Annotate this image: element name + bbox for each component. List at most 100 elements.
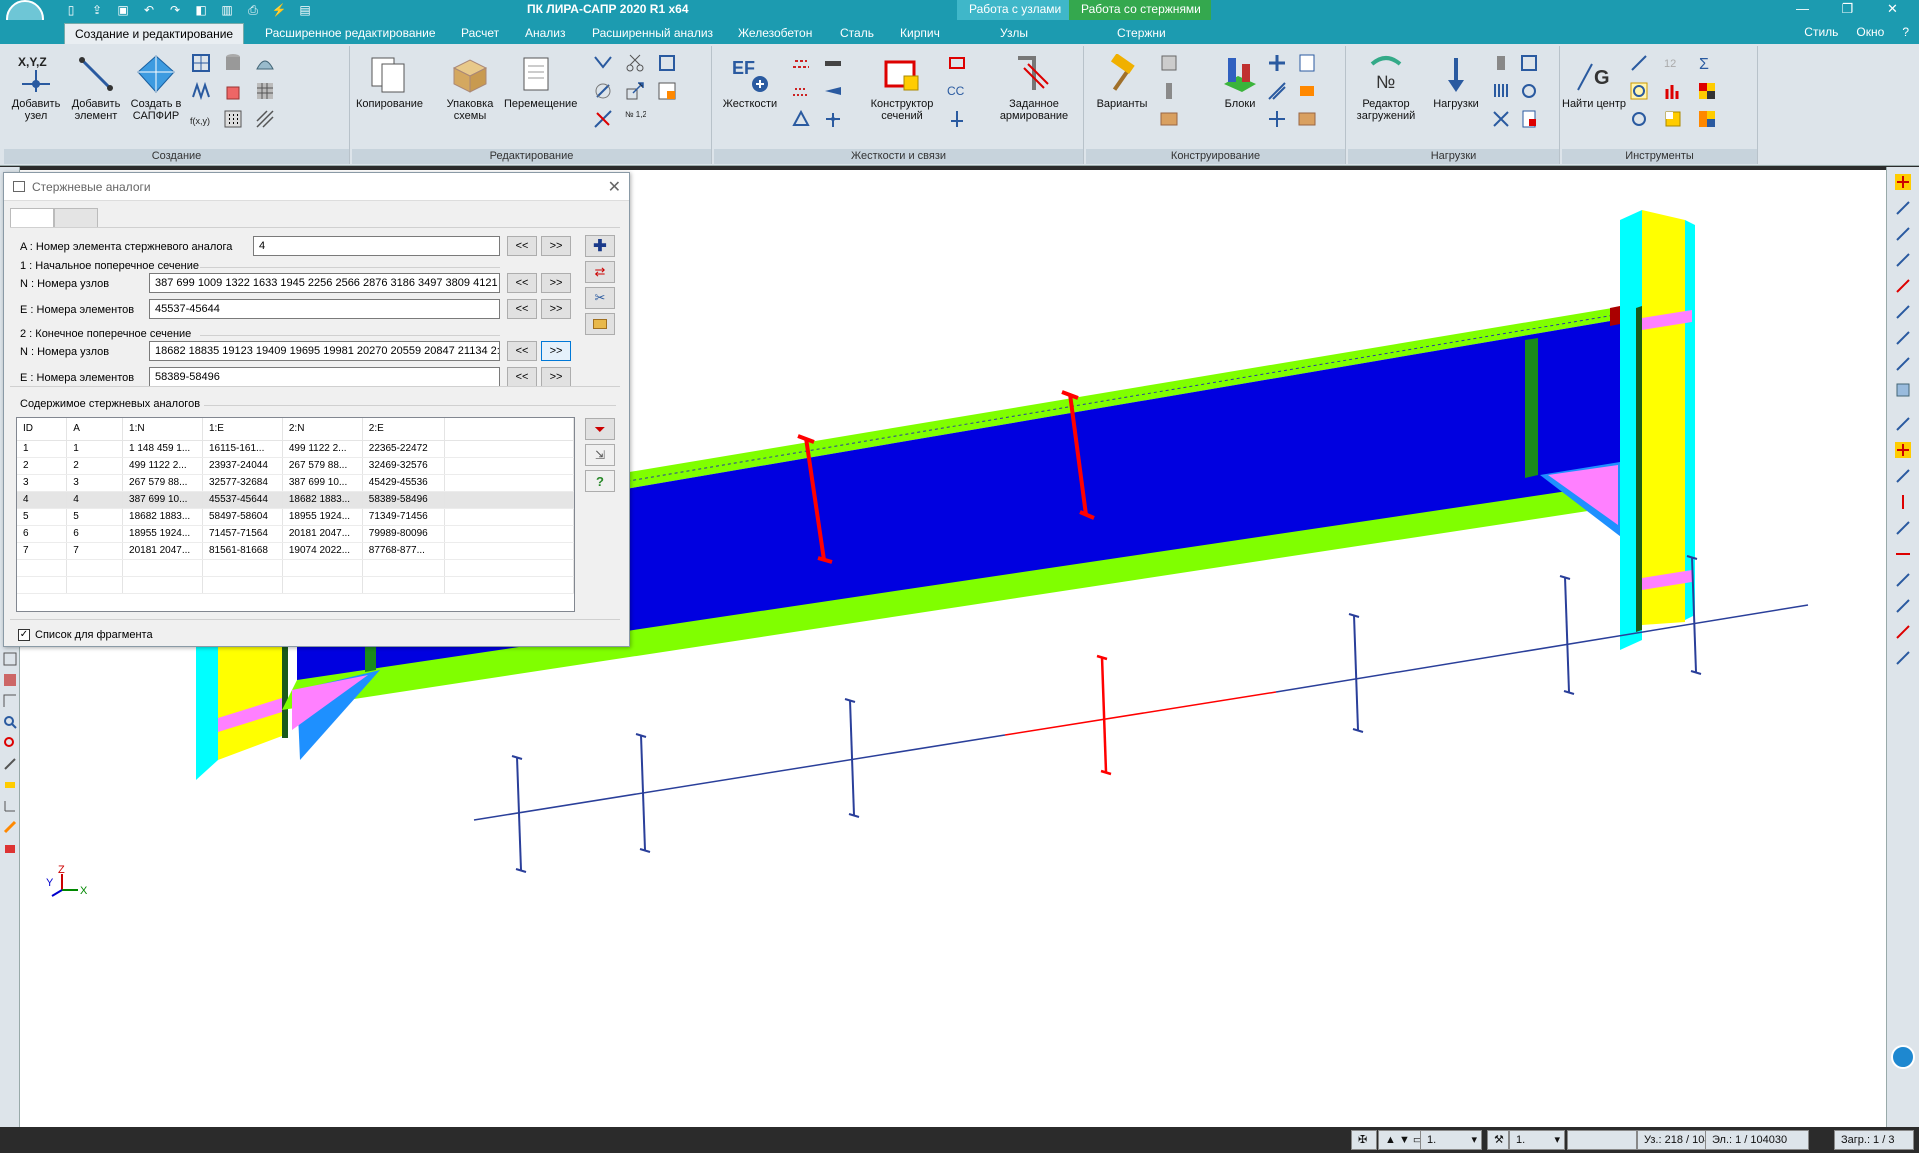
sync-icon[interactable]	[1628, 108, 1650, 130]
frame-view-icon[interactable]	[2, 650, 18, 668]
table-icon[interactable]	[1296, 52, 1318, 74]
open-file-icon[interactable]: ⇪	[86, 1, 108, 19]
dialog-tab-1[interactable]	[10, 208, 54, 228]
redo-icon[interactable]: ↷	[164, 1, 186, 19]
analog-prev-button[interactable]: <<	[507, 236, 537, 256]
column-header[interactable]: 2:E	[362, 418, 445, 441]
blocks-button[interactable]: Блоки	[1208, 50, 1272, 142]
wall-icon[interactable]	[1158, 108, 1180, 130]
view-iso-icon[interactable]	[1892, 171, 1914, 193]
section1-elements-prev-button[interactable]: <<	[507, 299, 537, 319]
cc-icon[interactable]: CC	[946, 80, 968, 102]
anchor-view-icon[interactable]	[1892, 439, 1914, 461]
refresh-icon[interactable]	[1628, 80, 1650, 102]
point-grid-icon[interactable]	[222, 108, 244, 130]
section2-elements-prev-button[interactable]: <<	[507, 367, 537, 387]
status-tool-icon[interactable]: ✠	[1351, 1130, 1377, 1150]
new-file-icon[interactable]: ▯	[60, 1, 82, 19]
sum-icon[interactable]: Σ	[1696, 52, 1718, 74]
panel-icon[interactable]	[1158, 52, 1180, 74]
tab-steel[interactable]: Сталь	[830, 23, 884, 44]
load-editor-button[interactable]: № Редактор загружений	[1348, 50, 1424, 142]
dialog-close-icon[interactable]: ✕	[608, 177, 621, 197]
distributed-load-icon[interactable]	[1490, 80, 1512, 102]
scale-icon[interactable]	[624, 80, 646, 102]
view-zx-icon[interactable]	[1892, 327, 1914, 349]
rotate-y-icon[interactable]	[1892, 413, 1914, 435]
view-zy-2-icon[interactable]	[1892, 647, 1914, 669]
window-menu[interactable]: Окно	[1856, 25, 1884, 39]
find-center-button[interactable]: G Найти центр	[1562, 50, 1626, 142]
section1-elements-next-button[interactable]: >>	[541, 299, 571, 319]
table-row[interactable]: 4 4 387 699 10... 45537-45644 18682 1883... 5…	[17, 491, 574, 509]
flashlight-icon[interactable]	[2, 776, 18, 794]
beam-icon[interactable]	[1158, 80, 1180, 102]
table-row[interactable]: 111 148 459 1... 16115-161... 499 1122 2..…	[17, 440, 574, 458]
section1-nodes-next-button[interactable]: >>	[541, 273, 571, 293]
move-button[interactable]: Перемещение	[504, 50, 577, 142]
dialog-tab-2[interactable]	[54, 208, 98, 227]
box-icon[interactable]	[222, 80, 244, 102]
view-yz-icon[interactable]	[1892, 249, 1914, 271]
section2-nodes-next-button[interactable]: >>	[541, 341, 571, 361]
column-header[interactable]: 2:N	[282, 418, 363, 441]
view-xz-icon[interactable]	[1892, 223, 1914, 245]
color-grid-icon[interactable]	[1696, 80, 1718, 102]
rotate-3d-icon[interactable]	[1892, 621, 1914, 643]
eraser-icon[interactable]	[2, 839, 18, 857]
add-element-button[interactable]: Добавить элемент	[64, 50, 128, 142]
section2-nodes-input[interactable]: 18682 18835 19123 19409 19695 19981 2027…	[149, 341, 500, 361]
section1-elements-input[interactable]: 45537-45644	[149, 299, 500, 319]
table-row[interactable]: 7 7 20181 2047... 81561-81668 19074 2022... 8…	[17, 542, 574, 560]
undo-icon[interactable]: ↶	[138, 1, 160, 19]
save-icon[interactable]: ▣	[112, 1, 134, 19]
cut-analog-button[interactable]: ✂	[585, 287, 615, 309]
moment-icon[interactable]	[1518, 80, 1540, 102]
table-edit-icon[interactable]	[656, 80, 678, 102]
pack-scheme-button[interactable]: Упаковка схемы	[438, 50, 502, 142]
number-12-icon[interactable]: 12	[1662, 52, 1684, 74]
run-icon[interactable]: ⚡	[268, 1, 290, 19]
zoom-icon[interactable]	[2, 713, 18, 731]
support-icon[interactable]	[790, 108, 812, 130]
plus-node-icon[interactable]	[1266, 52, 1288, 74]
stiffness-button[interactable]: EF Жесткости	[718, 50, 782, 142]
filter-button[interactable]: ⏷	[585, 418, 615, 440]
tab-bars[interactable]: Стержни	[1107, 23, 1176, 44]
view-xz-2-icon[interactable]	[1892, 465, 1914, 487]
pan-icon[interactable]	[2, 755, 18, 773]
tag-icon[interactable]	[1296, 80, 1318, 102]
cube-view-icon[interactable]	[1892, 379, 1914, 401]
local-axis-icon[interactable]	[822, 108, 844, 130]
palette-icon[interactable]	[1696, 108, 1718, 130]
print-icon[interactable]: ⎙	[242, 1, 264, 19]
fragment-checkbox[interactable]: ✓	[18, 629, 30, 641]
fragment-icon[interactable]	[2, 671, 18, 689]
rotate-x-icon[interactable]	[1892, 543, 1914, 565]
tab-brick[interactable]: Кирпич	[890, 23, 950, 44]
copy-button[interactable]: Копирование	[356, 50, 423, 142]
model-icon[interactable]: ◧	[190, 1, 212, 19]
mesh-icon[interactable]	[254, 80, 276, 102]
tab-advanced-analysis[interactable]: Расширенный анализ	[582, 23, 723, 44]
tools-cross-icon[interactable]	[1490, 108, 1512, 130]
spring-icon[interactable]	[822, 80, 844, 102]
teamviewer-icon[interactable]	[1891, 1045, 1915, 1069]
rigid-link-icon[interactable]	[822, 52, 844, 74]
analogs-table[interactable]: ID A 1:N 1:E 2:N 2:E 111 148 459 1... 161…	[16, 417, 575, 612]
swap-sections-button[interactable]: ⇄	[585, 261, 615, 283]
cross-icon[interactable]	[1266, 108, 1288, 130]
tab-concrete[interactable]: Железобетон	[728, 23, 822, 44]
anchor-icon[interactable]	[946, 108, 968, 130]
rotate-z-icon[interactable]	[1892, 491, 1914, 513]
create-sapfir-button[interactable]: Создать в САПФИР	[124, 50, 188, 142]
view-xy-2-icon[interactable]	[1892, 517, 1914, 539]
close-icon[interactable]: ✕	[1870, 0, 1915, 20]
scissors-icon[interactable]	[624, 52, 646, 74]
variants-button[interactable]: Варианты	[1090, 50, 1154, 142]
cylinder-icon[interactable]	[222, 52, 244, 74]
bend-icon[interactable]	[592, 52, 614, 74]
loads-button[interactable]: Нагрузки	[1424, 50, 1488, 142]
view-yz-2-icon[interactable]	[1892, 569, 1914, 591]
table-row[interactable]: 3 3 267 579 88... 32577-32684 387 699 10... 4…	[17, 474, 574, 492]
